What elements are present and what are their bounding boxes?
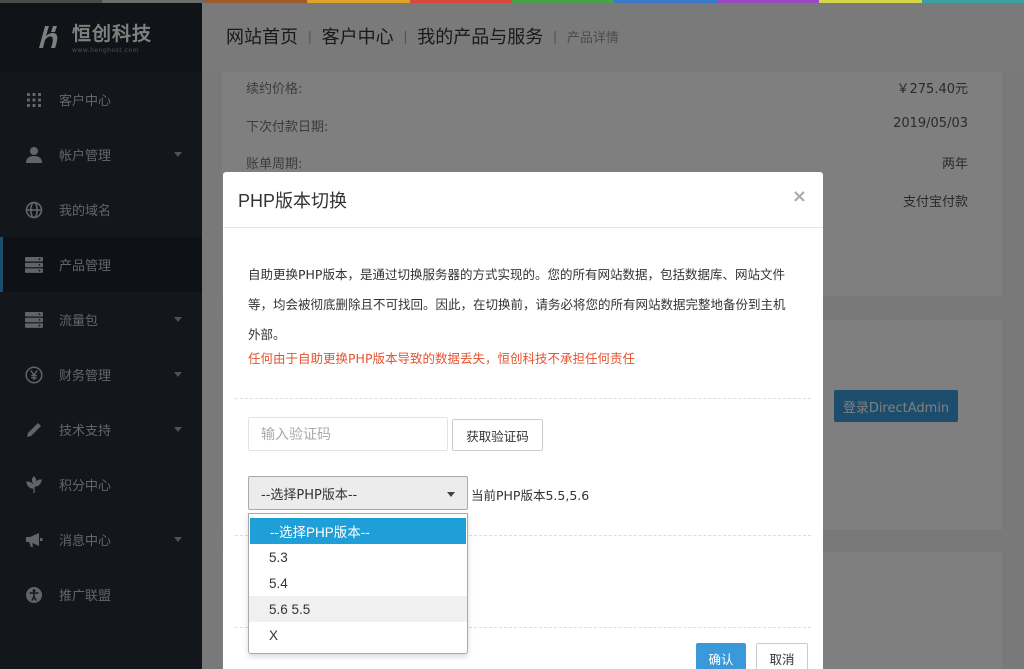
php-option-placeholder[interactable]: --选择PHP版本-- [250,518,466,544]
strip-segment [204,0,308,3]
description-line: 外部。 [248,327,286,342]
description-line: 等，均会被彻底删除且不可找回。因此，在切换前，请务必将您的所有网站数据完整地备份… [248,297,786,312]
strip-segment [921,0,1024,3]
php-version-select[interactable]: --选择PHP版本-- [248,476,468,510]
modal-title: PHP版本切换 [238,190,348,211]
modal-description: 自助更换PHP版本，是通过切换服务器的方式实现的。您的所有网站数据，包括数据库、… [248,260,818,350]
strip-segment [614,0,717,3]
strip-segment [0,0,103,3]
php-option-5-6-5-5[interactable]: 5.6 5.5 [249,596,467,622]
strip-segment [819,0,922,3]
strip-segment [716,0,820,3]
modal-header: PHP版本切换 [223,172,823,228]
chevron-down-icon [447,492,455,497]
cancel-button[interactable]: 取消 [756,643,808,669]
divider [235,398,811,399]
verification-code-input[interactable]: 输入验证码 [248,417,448,451]
top-color-strip [0,0,1024,3]
strip-segment [102,0,205,3]
php-option-5-4[interactable]: 5.4 [249,570,467,596]
current-php-version: 当前PHP版本5.5,5.6 [471,488,590,503]
php-option-5-3[interactable]: 5.3 [249,544,467,570]
php-version-select-value: --选择PHP版本-- [261,487,358,503]
strip-segment [307,0,410,3]
get-verification-code-button[interactable]: 获取验证码 [452,419,543,451]
description-line: 自助更换PHP版本，是通过切换服务器的方式实现的。您的所有网站数据，包括数据库、… [248,267,785,282]
strip-segment [512,0,615,3]
strip-segment [409,0,513,3]
php-version-dropdown: --选择PHP版本-- 5.3 5.4 5.6 5.5 X [248,513,468,654]
confirm-button[interactable]: 确认 [696,643,746,669]
data-loss-warning: 任何由于自助更换PHP版本导致的数据丢失，恒创科技不承担任何责任 [248,351,635,366]
php-option-x[interactable]: X [249,622,467,648]
close-icon[interactable]: × [792,186,807,207]
